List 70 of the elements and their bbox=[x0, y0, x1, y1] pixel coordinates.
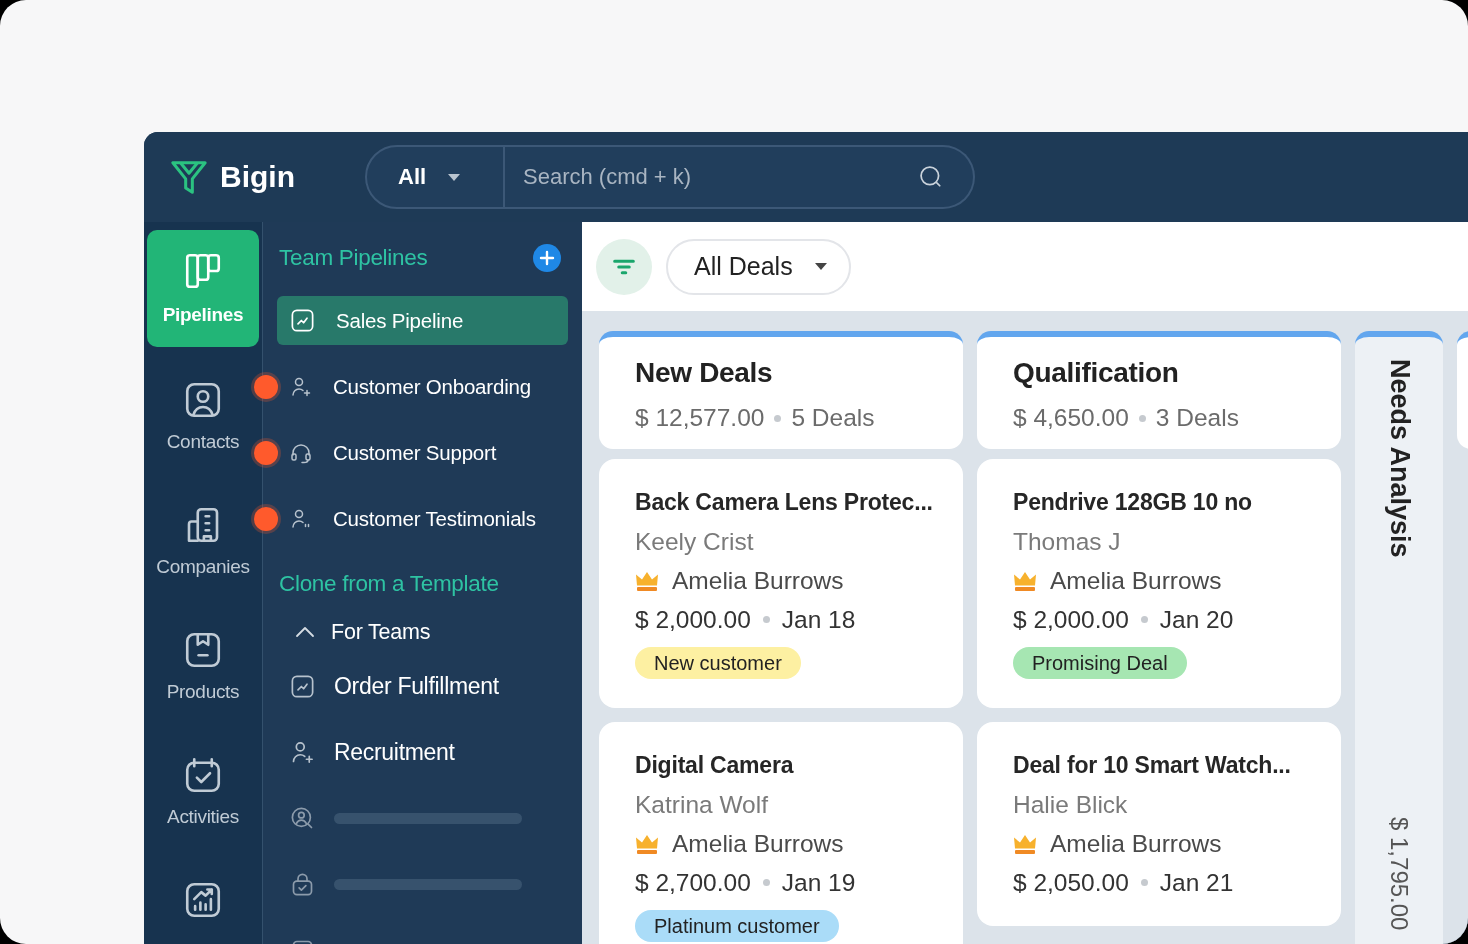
deal-tag: Promising Deal bbox=[1013, 647, 1187, 679]
plus-icon bbox=[539, 250, 555, 266]
owner-name: Amelia Burrows bbox=[672, 566, 844, 596]
deal-amount: $ 2,700.00 bbox=[635, 868, 751, 898]
section-title: Clone from a Template bbox=[279, 571, 499, 597]
crown-icon bbox=[635, 833, 659, 854]
deal-title: Deal for 10 Smart Watch... bbox=[1013, 752, 1291, 778]
deal-amount: $ 2,000.00 bbox=[635, 605, 751, 635]
template-item[interactable]: Order Fulfillment bbox=[277, 662, 568, 711]
nav-item[interactable]: Activities bbox=[155, 730, 251, 847]
pipeline-item[interactable]: Customer Testimonials bbox=[284, 494, 568, 543]
collapsed-column[interactable]: Needs Analysis $ 1,795.00 bbox=[1355, 331, 1443, 944]
deal-title: Back Camera Lens Protec... bbox=[635, 489, 933, 515]
section-title: Team Pipelines bbox=[279, 245, 428, 271]
pipeline-item[interactable]: Sales Pipeline bbox=[277, 296, 568, 345]
search-field[interactable]: Search (cmd + k) bbox=[505, 145, 975, 209]
contact-name: Thomas J bbox=[1013, 528, 1121, 555]
separator-dot-icon bbox=[1138, 414, 1146, 422]
caret-icon bbox=[814, 263, 827, 270]
nav-item[interactable]: Companies bbox=[155, 480, 251, 597]
deal-title: Pendrive 128GB 10 no bbox=[1013, 489, 1252, 515]
deal-count: 5 Deals bbox=[791, 403, 875, 433]
brand-name: Bigin bbox=[220, 160, 295, 194]
deal-card[interactable]: Pendrive 128GB 10 no Thomas J Amelia Burrows $ 2,000.00 Jan 20 Promising Deal bbox=[977, 459, 1341, 708]
contact-name: Katrina Wolf bbox=[635, 791, 768, 818]
template-group[interactable]: For Teams bbox=[277, 614, 431, 650]
deal-title: Digital Camera bbox=[635, 752, 794, 778]
close-date: Jan 18 bbox=[781, 605, 856, 635]
deal-tag: Platinum customer bbox=[635, 910, 839, 942]
add-pipeline-button[interactable] bbox=[533, 244, 561, 272]
column-title: New Deals bbox=[635, 357, 773, 388]
separator-dot-icon bbox=[762, 879, 770, 886]
crown-icon bbox=[1013, 570, 1037, 591]
deal-card[interactable]: Back Camera Lens Protec... Keely Crist Amelia Burrows $ 2,000.00 Jan 18 New customer bbox=[599, 459, 963, 708]
separator-dot-icon bbox=[774, 414, 782, 422]
column-title: Needs Analysis bbox=[1383, 359, 1415, 558]
deal-tag: New customer bbox=[635, 647, 801, 679]
crown-icon bbox=[1013, 833, 1037, 854]
deal-card[interactable]: Digital Camera Katrina Wolf Amelia Burrows $ 2,700.00 Jan 19 Platinum customer bbox=[599, 722, 963, 944]
column-amount: $ 1,795.00 bbox=[1385, 816, 1413, 930]
owner-name: Amelia Burrows bbox=[1050, 566, 1222, 596]
column-amount: $ 12,577.00 bbox=[635, 403, 765, 433]
close-date: Jan 20 bbox=[1159, 605, 1234, 635]
nav-item[interactable]: Contacts bbox=[155, 355, 251, 472]
owner-name: Amelia Burrows bbox=[672, 829, 844, 859]
nav-item[interactable]: Products bbox=[155, 605, 251, 722]
owner-name: Amelia Burrows bbox=[1050, 829, 1222, 859]
deal-amount: $ 2,000.00 bbox=[1013, 605, 1129, 635]
pipeline-item[interactable]: Customer Support bbox=[284, 428, 568, 477]
separator-dot-icon bbox=[762, 616, 770, 623]
column-amount: $ 4,650.00 bbox=[1013, 403, 1129, 433]
pipeline-item[interactable]: Customer Onboarding bbox=[284, 362, 568, 411]
contact-name: Halie Blick bbox=[1013, 791, 1128, 818]
search-input[interactable]: Search (cmd + k) bbox=[523, 157, 917, 197]
column-title: Qualification bbox=[1013, 357, 1179, 388]
caret-icon bbox=[448, 173, 461, 181]
chart-icon bbox=[289, 673, 316, 700]
deal-amount: $ 2,050.00 bbox=[1013, 868, 1129, 898]
separator-dot-icon bbox=[1140, 616, 1148, 623]
view-dropdown[interactable]: All Deals bbox=[666, 238, 851, 295]
close-date: Jan 21 bbox=[1159, 868, 1234, 898]
crown-icon bbox=[635, 570, 659, 591]
deal-count: 3 Deals bbox=[1155, 403, 1239, 433]
scope-dropdown[interactable]: All bbox=[365, 145, 505, 209]
deal-card[interactable]: Deal for 10 Smart Watch... Halie Blick Amelia Burrows $ 2,050.00 Jan 21 bbox=[977, 722, 1341, 926]
chart-icon bbox=[289, 307, 316, 334]
contact-name: Keely Crist bbox=[635, 528, 754, 555]
template-item[interactable]: Recruitment bbox=[277, 728, 568, 777]
separator-dot-icon bbox=[1140, 879, 1148, 886]
close-date: Jan 19 bbox=[781, 868, 856, 898]
